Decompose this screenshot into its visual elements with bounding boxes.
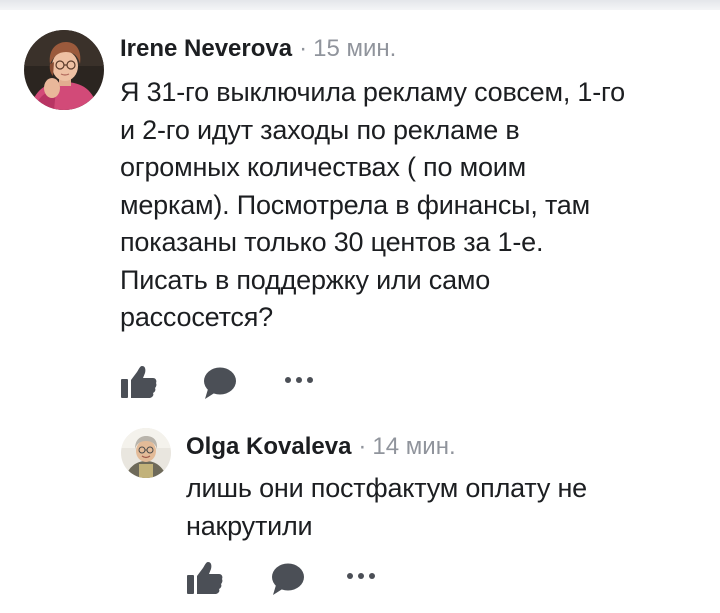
separator-dot: · (299, 35, 308, 62)
avatar[interactable] (121, 428, 171, 478)
timestamp[interactable]: 15 мин. (313, 35, 396, 62)
comment-header: Olga Kovaleva · 14 мин. (186, 432, 456, 462)
author-name[interactable]: Olga Kovaleva (186, 433, 351, 460)
comment-line: лишь они постфактум оплату не (186, 473, 587, 503)
comment-line: Я 31-го выключила рекламу совсем, 1-го (120, 77, 625, 107)
separator-dot: · (358, 433, 367, 460)
like-button[interactable] (120, 364, 158, 400)
thumbs-up-icon (187, 562, 223, 594)
author-name[interactable]: Irene Neverova (120, 35, 292, 62)
comment-line: меркам). Посмотрела в финансы, там (120, 189, 590, 220)
more-button[interactable] (284, 376, 314, 384)
avatar[interactable] (24, 30, 104, 110)
reply-olga-kovaleva: Olga Kovaleva · 14 мин. лишь они постфакту… (0, 410, 720, 613)
reply-button[interactable] (270, 562, 306, 596)
reply-button[interactable] (202, 366, 238, 400)
speech-bubble-icon (204, 367, 236, 399)
more-button[interactable] (346, 572, 376, 580)
comment-header: Irene Neverova · 15 мин. (120, 34, 396, 64)
thumbs-up-icon (121, 366, 157, 398)
comment-text: Я 31-го выключила рекламу совсем, 1-го и… (120, 74, 625, 337)
more-dots-icon (347, 573, 375, 579)
comment-line: огромных количествах ( по моим (120, 152, 527, 182)
comment-line: рассосется? (120, 302, 273, 332)
speech-bubble-icon (272, 563, 304, 595)
comment-line: накрутили (186, 510, 313, 541)
like-button[interactable] (186, 560, 224, 596)
comment-line: показаны только 30 центов за 1-е. (120, 227, 544, 257)
timestamp[interactable]: 14 мин. (372, 433, 455, 460)
comment-actions (118, 362, 338, 402)
comment-irene-neverova: Irene Neverova · 15 мин. Я 31-го выключила… (0, 0, 720, 410)
comment-text: лишь они постфактум оплату не накрутили (186, 470, 587, 545)
comment-line: и 2-го идут заходы по рекламе в (120, 114, 520, 145)
more-dots-icon (285, 377, 313, 383)
comment-actions (184, 558, 404, 598)
comment-line: Писать в поддержку или само (120, 264, 491, 295)
